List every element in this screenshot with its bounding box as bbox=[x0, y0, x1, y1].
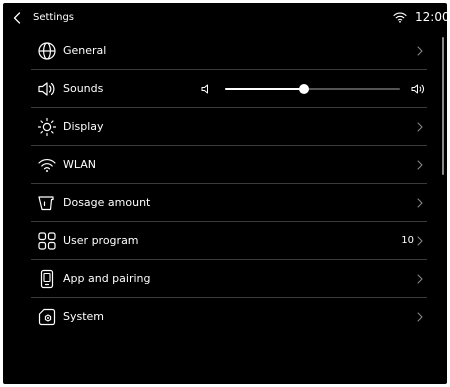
settings-item-label: Dosage amount bbox=[63, 196, 151, 209]
grid-icon bbox=[38, 232, 56, 250]
chevron-right-icon bbox=[417, 236, 423, 246]
volume-fill bbox=[225, 88, 304, 90]
chevron-right-icon bbox=[417, 312, 423, 322]
speaker-icon bbox=[38, 82, 55, 96]
chevron-right-icon bbox=[417, 46, 423, 56]
settings-item-general[interactable]: General bbox=[31, 32, 427, 70]
settings-item-label: Sounds bbox=[63, 82, 104, 95]
back-button[interactable] bbox=[7, 9, 27, 27]
chevron-right-icon bbox=[417, 198, 423, 208]
volume-slider[interactable] bbox=[201, 78, 427, 100]
volume-track[interactable] bbox=[225, 84, 400, 94]
chevron-left-icon bbox=[13, 12, 21, 24]
settings-item-label: App and pairing bbox=[63, 272, 151, 285]
user-program-count: 10 bbox=[401, 235, 414, 246]
scrollbar-thumb[interactable] bbox=[442, 37, 444, 175]
settings-item-system[interactable]: System bbox=[31, 298, 427, 336]
settings-item-dosage-amount[interactable]: Dosage amount bbox=[31, 184, 427, 222]
volume-low-icon[interactable] bbox=[201, 83, 213, 95]
settings-item-display[interactable]: Display bbox=[31, 108, 427, 146]
volume-high-icon[interactable] bbox=[411, 83, 427, 95]
cup-icon bbox=[38, 196, 54, 211]
chevron-right-icon bbox=[417, 160, 423, 170]
settings-list: General Sounds Display WLAN Dosage amoun… bbox=[31, 32, 427, 336]
wifi-icon bbox=[38, 159, 56, 172]
settings-item-sounds: Sounds bbox=[31, 70, 427, 108]
chevron-right-icon bbox=[417, 122, 423, 132]
settings-item-label: System bbox=[63, 310, 105, 323]
settings-item-app-pairing[interactable]: App and pairing bbox=[31, 260, 427, 298]
status-bar: Settings 12:00 bbox=[3, 3, 447, 33]
wifi-status-icon bbox=[393, 12, 407, 23]
settings-item-label: WLAN bbox=[63, 158, 97, 171]
settings-item-label: User program bbox=[63, 234, 139, 247]
clock-time: 12:00 bbox=[415, 10, 447, 24]
volume-thumb[interactable] bbox=[298, 84, 309, 94]
chevron-right-icon bbox=[417, 274, 423, 284]
settings-item-label: General bbox=[63, 44, 107, 57]
globe-icon bbox=[38, 42, 56, 60]
sun-icon bbox=[37, 117, 57, 137]
settings-item-wlan[interactable]: WLAN bbox=[31, 146, 427, 184]
settings-item-user-program[interactable]: User program 10 bbox=[31, 222, 427, 260]
settings-item-label: Display bbox=[63, 120, 104, 133]
settings-screen: Settings 12:00 General Sounds Display WL… bbox=[3, 3, 447, 384]
page-title: Settings bbox=[33, 12, 75, 23]
system-gear-icon bbox=[38, 308, 56, 326]
phone-icon bbox=[40, 269, 54, 289]
